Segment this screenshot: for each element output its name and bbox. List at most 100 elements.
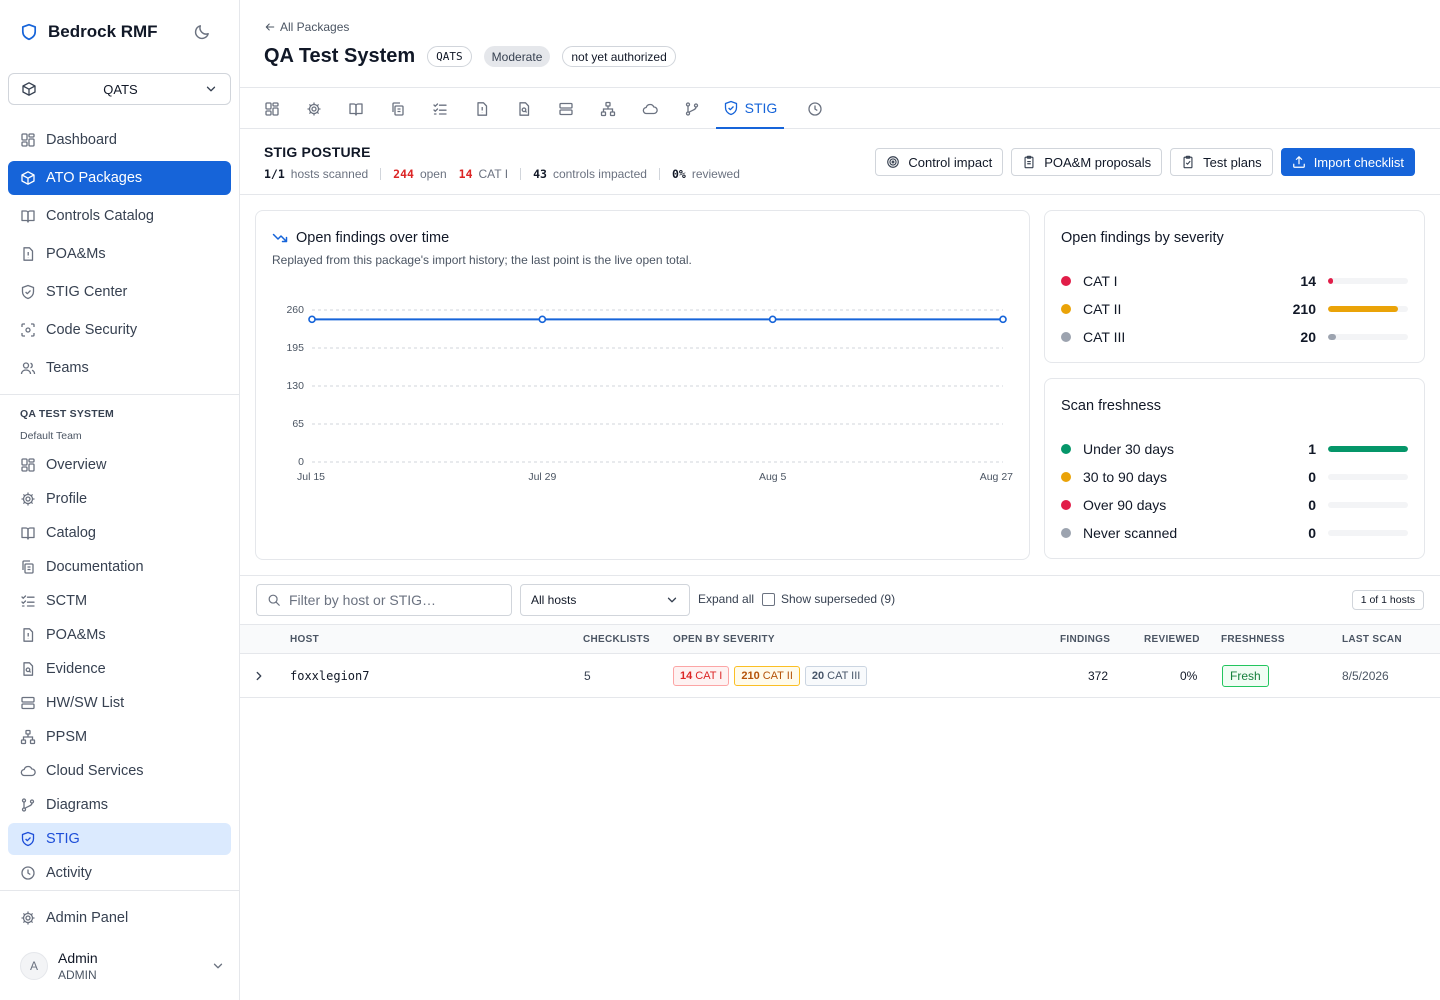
column-header-host[interactable]: HOST	[290, 634, 319, 645]
sidebar-item-controls-catalog[interactable]: Controls Catalog	[8, 199, 231, 233]
column-header-open-by-severity[interactable]: OPEN BY SEVERITY	[673, 634, 775, 645]
brand[interactable]: Bedrock RMF	[20, 20, 158, 44]
package-nav-stig[interactable]: STIG	[8, 823, 231, 855]
sidebar-item-code-security[interactable]: Code Security	[8, 313, 231, 347]
tab-clock[interactable]	[794, 88, 836, 129]
checklist-count: 5	[584, 669, 591, 683]
target-icon	[886, 155, 900, 169]
package-nav-label: Documentation	[46, 559, 144, 575]
hosts-select[interactable]: All hosts	[520, 584, 690, 616]
host-search[interactable]	[256, 584, 512, 616]
package-nav-label: Profile	[46, 491, 88, 507]
package-nav-ppsm[interactable]: PPSM	[8, 721, 231, 753]
back-link[interactable]: All Packages	[264, 20, 349, 34]
show-superseded-toggle[interactable]: Show superseded (9)	[762, 592, 895, 606]
sidebar-item-teams[interactable]: Teams	[8, 351, 231, 385]
page-title: QA Test System	[264, 45, 416, 67]
sidebar-item-label: POA&Ms	[46, 246, 106, 262]
column-header-checklists[interactable]: CHECKLISTS	[583, 634, 650, 645]
dashboard-icon	[20, 457, 36, 473]
tab-file-alert[interactable]	[461, 88, 503, 129]
admin-panel-link[interactable]: Admin Panel	[8, 901, 231, 935]
stig-posture-heading: STIG POSTURE	[264, 144, 371, 160]
test-plans-button[interactable]: Test plans	[1170, 148, 1273, 176]
tab-network[interactable]	[587, 88, 629, 129]
moon-icon[interactable]	[193, 23, 211, 41]
chevron-right-icon[interactable]	[252, 669, 266, 683]
sidebar-item-ato-packages[interactable]: ATO Packages	[8, 161, 231, 195]
severity-card: Open findings by severity CAT I 14 CAT II 2…	[1044, 210, 1425, 363]
network-icon	[20, 729, 36, 745]
docs-icon	[20, 559, 36, 575]
column-header-last-scan[interactable]: LAST SCAN	[1342, 634, 1402, 645]
package-nav-label: POA&Ms	[46, 627, 106, 643]
server-icon	[558, 101, 574, 117]
sidebar-item-dashboard[interactable]: Dashboard	[8, 123, 231, 157]
package-nav-evidence[interactable]: Evidence	[8, 653, 231, 685]
package-nav-diagrams[interactable]: Diagrams	[8, 789, 231, 821]
title-row: QA Test System QATS Moderate not yet aut…	[264, 45, 676, 68]
control-impact-label: Control impact	[908, 154, 993, 170]
file-alert-icon	[20, 627, 36, 643]
package-selector[interactable]: QATS	[8, 73, 231, 105]
y-tick-label: 0	[298, 456, 304, 468]
sidebar-item-stig-center[interactable]: STIG Center	[8, 275, 231, 309]
tab-docs[interactable]	[377, 88, 419, 129]
search-input[interactable]	[289, 592, 489, 608]
sidebar-item-label: Code Security	[46, 322, 138, 338]
show-superseded-checkbox[interactable]	[762, 592, 775, 606]
package-nav-sctm[interactable]: SCTM	[8, 585, 231, 617]
brand-name: Bedrock RMF	[48, 22, 158, 41]
tab-stig[interactable]: STIG	[716, 88, 784, 129]
column-header-findings[interactable]: FINDINGS	[1060, 634, 1110, 645]
import-checklist-button[interactable]: Import checklist	[1280, 148, 1415, 176]
freshness-badge: Fresh	[1222, 665, 1269, 687]
server-icon	[20, 695, 36, 711]
host-name[interactable]: foxxlegion7	[290, 669, 369, 683]
package-nav-label: SCTM	[46, 593, 88, 609]
cat1-value: 14	[458, 167, 473, 181]
package-nav-catalog[interactable]: Catalog	[8, 517, 231, 549]
shield-icon	[20, 831, 36, 847]
package-nav-cloud-services[interactable]: Cloud Services	[8, 755, 231, 787]
branch-icon	[20, 797, 36, 813]
progress-bar	[1328, 530, 1408, 536]
status-dot	[1061, 528, 1071, 538]
poam-proposals-button[interactable]: POA&M proposals	[1011, 148, 1163, 176]
package-nav-activity[interactable]: Activity	[8, 857, 231, 889]
progress-bar-fill	[1328, 334, 1336, 340]
sidebar-item-label: STIG Center	[46, 284, 128, 300]
package-nav-documentation[interactable]: Documentation	[8, 551, 231, 583]
tab-cloud[interactable]	[629, 88, 671, 129]
progress-bar	[1328, 502, 1408, 508]
filter-bar: All hosts Expand all Show superseded (9)…	[256, 584, 1424, 616]
package-nav-overview[interactable]: Overview	[8, 449, 231, 481]
column-header-freshness[interactable]: FRESHNESS	[1221, 634, 1285, 645]
user-menu[interactable]: A Admin ADMIN	[20, 948, 225, 984]
package-nav-profile[interactable]: Profile	[8, 483, 231, 515]
tab-checklist[interactable]	[419, 88, 461, 129]
row-value: 0	[1308, 469, 1316, 485]
tab-file-search[interactable]	[503, 88, 545, 129]
tab-server[interactable]	[545, 88, 587, 129]
package-nav-label: STIG	[46, 831, 80, 847]
tab-branch[interactable]	[671, 88, 713, 129]
column-header-reviewed[interactable]: REVIEWED	[1144, 634, 1200, 645]
cat3-chip: 20 CAT III	[804, 666, 868, 686]
data-point	[538, 315, 547, 324]
host-count-badge: 1 of 1 hosts	[1351, 590, 1424, 610]
cloud-icon	[642, 101, 658, 117]
table-row[interactable]: foxxlegion7 5 14 CAT I 210 CAT II 20 CAT II…	[240, 654, 1440, 698]
package-nav-hw-sw-list[interactable]: HW/SW List	[8, 687, 231, 719]
tab-dashboard[interactable]	[251, 88, 293, 129]
tab-book[interactable]	[335, 88, 377, 129]
status-dot	[1061, 276, 1071, 286]
tab-gear[interactable]	[293, 88, 335, 129]
sidebar-item-label: Controls Catalog	[46, 208, 154, 224]
expand-all-button[interactable]: Expand all	[698, 592, 754, 606]
control-impact-button[interactable]: Control impact	[875, 148, 1004, 176]
sidebar-item-poa-ms[interactable]: POA&Ms	[8, 237, 231, 271]
x-tick-label: Aug 5	[759, 471, 787, 483]
package-nav-poa-ms[interactable]: POA&Ms	[8, 619, 231, 651]
checklist-icon	[20, 593, 36, 609]
